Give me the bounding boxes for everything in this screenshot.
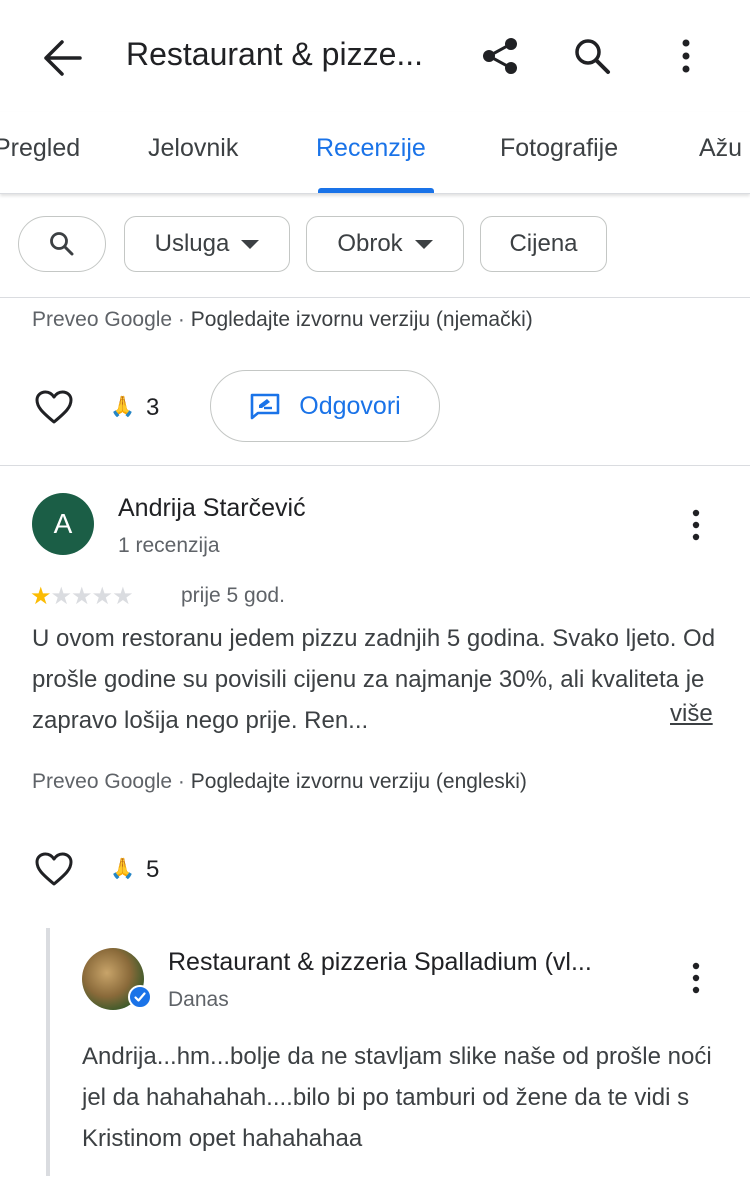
view-original-link[interactable]: Pogledajte izvornu verziju (engleski) (191, 770, 527, 793)
heart-icon[interactable] (34, 851, 74, 887)
star-rating: ★★★★★ (30, 582, 134, 611)
read-more-link[interactable]: više (670, 700, 713, 728)
translation-note: Preveo Google · Pogledajte izvornu verzi… (32, 308, 533, 331)
star-icon: ★ (71, 583, 92, 610)
filter-usluga-label: Usluga (154, 230, 230, 257)
filter-obrok[interactable]: Obrok (306, 216, 464, 272)
translated-by-label: Preveo Google (32, 308, 173, 331)
tab-fotografije[interactable]: Fotografije (500, 134, 618, 163)
filter-cijena[interactable]: Cijena (480, 216, 607, 272)
tab-pregled[interactable]: Pregled (0, 134, 80, 163)
pray-reaction-icon[interactable]: 🙏 (110, 856, 135, 881)
pray-reaction-icon[interactable]: 🙏 (110, 394, 135, 419)
star-icon: ★ (112, 583, 133, 610)
review-text: U ovom restoranu jedem pizzu zadnjih 5 g… (32, 625, 716, 734)
app-bar: Restaurant & pizze... (0, 0, 750, 112)
review-author[interactable]: Andrija Starčević (118, 494, 306, 523)
avatar[interactable]: A (32, 493, 94, 555)
owner-reply-time: Danas (168, 988, 229, 1011)
owner-reply-bar (46, 928, 50, 1176)
search-icon (50, 232, 74, 256)
heart-icon[interactable] (34, 389, 74, 425)
owner-name[interactable]: Restaurant & pizzeria Spalladium (vl... (168, 948, 658, 977)
more-vert-icon[interactable] (664, 34, 708, 78)
review-filters: Usluga Obrok Cijena (0, 196, 750, 298)
tab-jelovnik[interactable]: Jelovnik (148, 134, 238, 163)
share-icon[interactable] (478, 34, 522, 78)
filter-usluga[interactable]: Usluga (124, 216, 290, 272)
reaction-count: 5 (146, 856, 160, 883)
owner-reply-text: Andrija...hm...bolje da ne stavljam slik… (82, 1043, 712, 1152)
tab-azuriranja[interactable]: Ažu (699, 134, 742, 163)
filter-cijena-label: Cijena (509, 230, 578, 257)
star-icon: ★ (91, 583, 113, 610)
review-divider (0, 465, 750, 466)
filter-obrok-label: Obrok (337, 230, 403, 257)
chevron-down-icon (241, 239, 260, 249)
verified-icon (128, 985, 152, 1009)
search-reviews-button[interactable] (18, 216, 106, 272)
owner-reply-more-icon[interactable] (676, 958, 716, 998)
tab-bar: Pregled Jelovnik Recenzije Fotografije A… (0, 112, 750, 194)
review-more-icon[interactable] (676, 505, 716, 545)
review-time: prije 5 god. (181, 584, 285, 607)
reaction-count: 3 (146, 394, 160, 421)
translated-by-label: Preveo Google (32, 770, 173, 793)
star-icon: ★ (50, 583, 72, 610)
place-title: Restaurant & pizze... (126, 36, 424, 72)
search-icon[interactable] (570, 34, 614, 78)
author-review-count: 1 recenzija (118, 534, 220, 557)
chevron-down-icon (414, 239, 433, 249)
translation-note: Preveo Google · Pogledajte izvornu verzi… (32, 770, 527, 793)
reply-edit-icon (250, 393, 280, 420)
active-tab-indicator (318, 188, 434, 193)
back-arrow-icon[interactable] (40, 38, 86, 78)
view-original-link[interactable]: Pogledajte izvornu verziju (njemački) (191, 308, 533, 331)
star-icon: ★ (30, 583, 51, 610)
reply-button[interactable]: Odgovori (210, 370, 440, 442)
reply-button-label: Odgovori (299, 391, 401, 420)
tab-recenzije[interactable]: Recenzije (316, 134, 426, 163)
